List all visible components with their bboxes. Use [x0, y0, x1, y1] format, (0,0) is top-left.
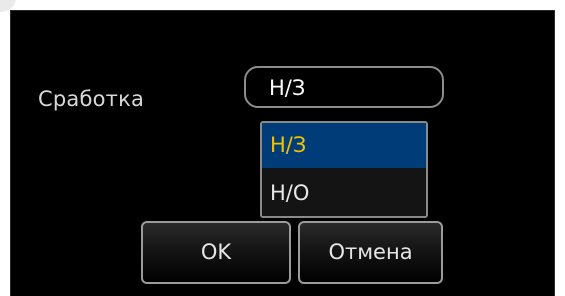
- cancel-button[interactable]: Отмена: [298, 221, 443, 284]
- dropdown-option-nz[interactable]: Н/З: [262, 123, 426, 168]
- trigger-settings-dialog: Сработка Н/З Н/З Н/О OK Отмена: [10, 10, 555, 296]
- trigger-dropdown-list: Н/З Н/О: [260, 121, 428, 218]
- screen: Сработка Н/З Н/З Н/О OK Отмена: [0, 0, 565, 296]
- dropdown-option-no[interactable]: Н/О: [262, 168, 426, 216]
- trigger-select[interactable]: Н/З: [244, 66, 444, 108]
- trigger-select-value: Н/З: [269, 76, 306, 100]
- ok-button[interactable]: OK: [141, 221, 291, 284]
- trigger-label: Сработка: [38, 87, 145, 111]
